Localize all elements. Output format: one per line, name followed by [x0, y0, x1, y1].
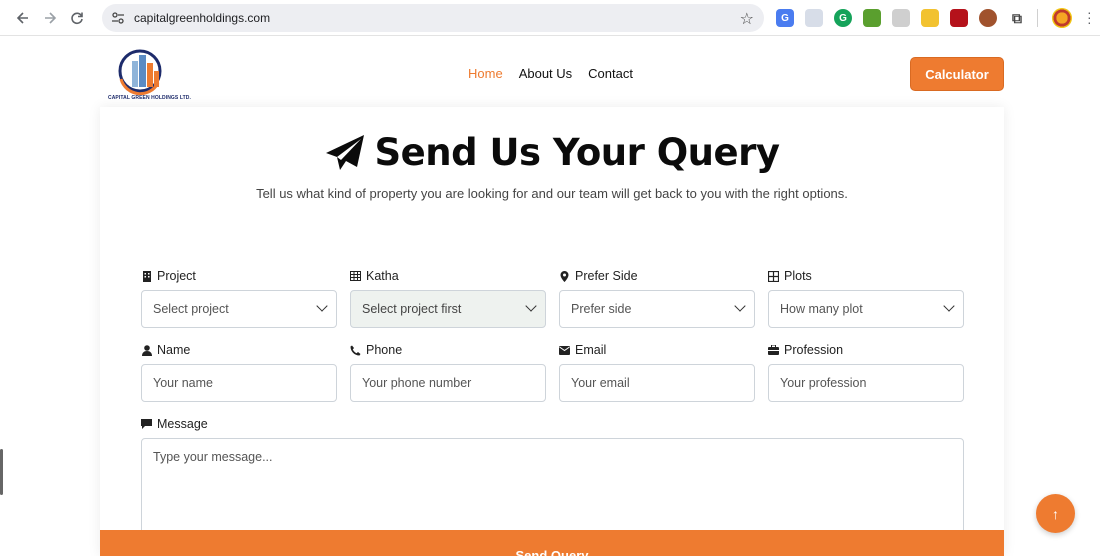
plots-select[interactable]: How many plot — [768, 290, 964, 328]
chevron-down-icon — [525, 300, 537, 312]
logo-text: CAPITAL GREEN HOLDINGS LTD. — [108, 95, 191, 101]
plots-label: Plots — [768, 269, 812, 283]
camera-extension-icon[interactable] — [892, 9, 910, 27]
project-select-value: Select project — [153, 302, 229, 316]
prefer-side-label-text: Prefer Side — [575, 269, 638, 283]
map-pin-icon — [559, 270, 570, 282]
project-label: Project — [141, 269, 196, 283]
page-scroll-mark — [0, 449, 3, 495]
email-input[interactable]: Your email — [559, 364, 755, 402]
page: CAPITAL GREEN HOLDINGS LTD. Home About U… — [0, 37, 1100, 556]
browser-toolbar: capitalgreenholdings.com ☆ G G ⧉ · · · — [0, 0, 1100, 36]
scroll-to-top-button[interactable]: ↑ — [1036, 494, 1075, 533]
picture-extension-icon[interactable] — [805, 9, 823, 27]
prefer-side-select[interactable]: Prefer side — [559, 290, 755, 328]
site-info-icon[interactable] — [110, 10, 126, 26]
phone-label-text: Phone — [366, 343, 403, 357]
profession-label: Profession — [768, 343, 843, 357]
user-icon — [141, 344, 152, 356]
katha-select-value: Select project first — [362, 302, 462, 316]
site-header: CAPITAL GREEN HOLDINGS LTD. Home About U… — [0, 37, 1100, 109]
profile-avatar[interactable] — [1052, 8, 1072, 28]
green-extension-icon[interactable] — [863, 9, 881, 27]
plots-select-value: How many plot — [780, 302, 863, 316]
browser-menu-icon[interactable]: · · · — [1087, 5, 1092, 29]
phone-placeholder: Your phone number — [362, 376, 472, 390]
plots-label-text: Plots — [784, 269, 812, 283]
table-icon — [350, 271, 361, 282]
reload-button[interactable] — [67, 8, 87, 28]
grammarly-extension-icon[interactable]: G — [834, 9, 852, 27]
cookie-extension-icon[interactable] — [979, 9, 997, 27]
toolbar-divider — [1037, 9, 1038, 27]
puzzle-extensions-icon[interactable]: ⧉ — [1008, 9, 1026, 27]
shield-extension-icon[interactable] — [950, 9, 968, 27]
name-input[interactable]: Your name — [141, 364, 337, 402]
message-label: Message — [141, 417, 208, 431]
profession-placeholder: Your profession — [780, 376, 867, 390]
name-placeholder: Your name — [153, 376, 213, 390]
profession-label-text: Profession — [784, 343, 844, 357]
arrow-up-icon: ↑ — [1052, 505, 1059, 522]
katha-select[interactable]: Select project first — [350, 290, 546, 328]
note-extension-icon[interactable] — [921, 9, 939, 27]
name-label-text: Name — [157, 343, 191, 357]
url-text: capitalgreenholdings.com — [134, 11, 271, 25]
project-select[interactable]: Select project — [141, 290, 337, 328]
prefer-side-select-value: Prefer side — [571, 302, 632, 316]
prefer-side-label: Prefer Side — [559, 269, 638, 283]
project-label-text: Project — [157, 269, 196, 283]
forward-button[interactable] — [40, 8, 60, 28]
nav-about[interactable]: About Us — [519, 66, 572, 81]
briefcase-icon — [768, 345, 779, 356]
extensions-area: G G ⧉ — [776, 8, 1072, 28]
email-label-text: Email — [575, 343, 607, 357]
phone-label: Phone — [350, 343, 402, 357]
reload-icon — [71, 11, 83, 24]
chevron-down-icon — [734, 300, 746, 312]
email-placeholder: Your email — [571, 376, 630, 390]
arrow-right-icon — [45, 11, 57, 24]
chevron-down-icon — [943, 300, 955, 312]
chevron-down-icon — [316, 300, 328, 312]
send-query-label: Send Query — [515, 548, 589, 556]
address-bar[interactable]: capitalgreenholdings.com ☆ — [102, 4, 764, 32]
nav-contact[interactable]: Contact — [588, 66, 633, 81]
form-subtitle: Tell us what kind of property you are lo… — [256, 186, 848, 201]
phone-input[interactable]: Your phone number — [350, 364, 546, 402]
translate-extension-icon[interactable]: G — [776, 9, 794, 27]
nav-home[interactable]: Home — [468, 66, 503, 81]
katha-label: Katha — [350, 269, 399, 283]
main-nav: Home About Us Contact — [468, 66, 633, 81]
back-button[interactable] — [13, 8, 33, 28]
profession-input[interactable]: Your profession — [768, 364, 964, 402]
grid-icon — [768, 270, 779, 282]
paper-plane-icon — [325, 134, 364, 170]
message-textarea[interactable]: Type your message... — [141, 438, 964, 543]
arrow-left-icon — [16, 11, 28, 24]
form-title: Send Us Your Query — [100, 131, 1004, 174]
building-icon — [141, 270, 152, 282]
message-placeholder: Type your message... — [153, 450, 273, 464]
phone-icon — [350, 345, 361, 356]
email-label: Email — [559, 343, 606, 357]
comment-icon — [141, 419, 152, 430]
envelope-icon — [559, 345, 570, 356]
form-title-text: Send Us Your Query — [374, 131, 780, 174]
name-label: Name — [141, 343, 190, 357]
bookmark-star-icon[interactable]: ☆ — [740, 9, 754, 29]
calculator-button[interactable]: Calculator — [910, 57, 1004, 91]
message-label-text: Message — [157, 417, 208, 431]
katha-label-text: Katha — [366, 269, 399, 283]
send-query-button[interactable]: Send Query — [100, 530, 1004, 556]
query-form-card: Send Us Your Query Tell us what kind of … — [100, 107, 1004, 556]
